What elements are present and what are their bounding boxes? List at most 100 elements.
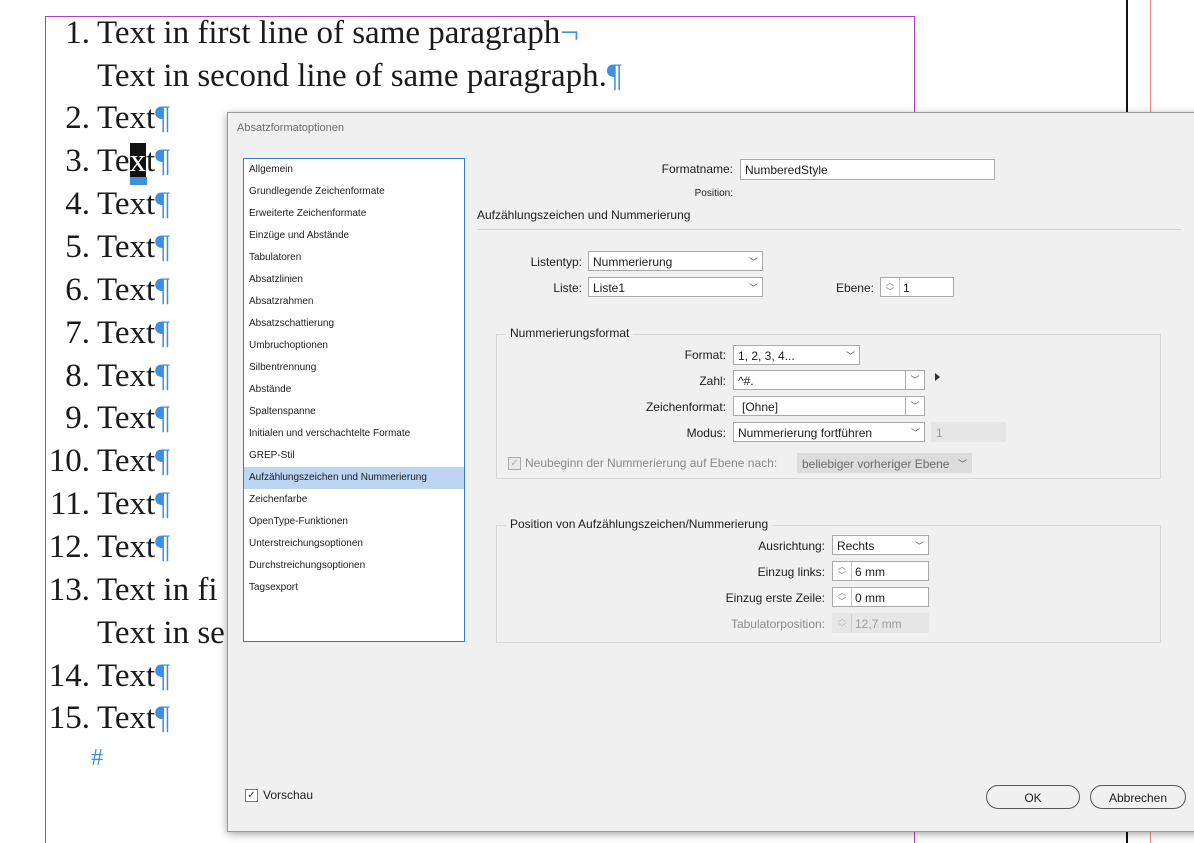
category-item[interactable]: Umbruchoptionen bbox=[244, 335, 464, 357]
list-number: 10. bbox=[48, 443, 90, 479]
chevron-down-icon: ﹀ bbox=[748, 257, 758, 267]
chevron-down-icon[interactable]: ﹀ bbox=[905, 397, 924, 415]
category-item[interactable]: OpenType-Funktionen bbox=[244, 511, 464, 533]
format-select[interactable]: 1, 2, 3, 4... ﹀ bbox=[733, 345, 860, 365]
ausrichtung-label: Ausrichtung: bbox=[758, 539, 825, 553]
category-list[interactable]: Allgemein Grundlegende Zeichenformate Er… bbox=[243, 158, 465, 642]
line-text: Text bbox=[97, 700, 156, 736]
ebene-stepper[interactable]: ︿ ﹀ 1 bbox=[880, 277, 954, 297]
end-of-story-marker: # bbox=[91, 745, 103, 771]
stepper-arrows-icon[interactable]: ︿ ﹀ bbox=[881, 278, 900, 296]
category-item[interactable]: Unterstreichungsoptionen bbox=[244, 533, 464, 555]
liste-select[interactable]: Liste1 ﹀ bbox=[588, 277, 763, 297]
insert-special-char-arrow-icon[interactable] bbox=[935, 373, 940, 381]
line-text: Text in first line of same paragraph bbox=[97, 15, 561, 51]
line-text: Text bbox=[97, 100, 156, 136]
line-text: Text bbox=[97, 658, 156, 694]
line-text: Text bbox=[97, 272, 156, 308]
list-number: 2. bbox=[65, 100, 90, 136]
category-item[interactable]: Abstände bbox=[244, 379, 464, 401]
category-item[interactable]: Einzüge und Abstände bbox=[244, 225, 464, 247]
zahl-label: Zahl: bbox=[699, 374, 726, 388]
ausrichtung-select[interactable]: Rechts ﹀ bbox=[832, 535, 929, 555]
modus-label: Modus: bbox=[686, 426, 726, 440]
pilcrow-marker: ¶ bbox=[155, 186, 171, 222]
chevron-down-icon: ﹀ bbox=[910, 428, 920, 438]
einzug-links-stepper[interactable]: ︿ ﹀ 6 mm bbox=[832, 561, 929, 581]
zahl-combobox[interactable]: ^#. ﹀ bbox=[733, 370, 925, 390]
neubeginn-value: beliebiger vorheriger Ebene bbox=[802, 457, 950, 471]
format-label: Format: bbox=[684, 348, 726, 362]
category-item[interactable]: Absatzschattierung bbox=[244, 313, 464, 335]
line-text: Text in fi bbox=[97, 572, 218, 608]
tabpos-stepper[interactable]: ︿ ﹀ 12,7 mm bbox=[832, 613, 929, 633]
list-number: 3. bbox=[65, 143, 90, 179]
list-number: 9. bbox=[65, 400, 90, 436]
category-item[interactable]: Silbentrennung bbox=[244, 357, 464, 379]
chevron-down-icon[interactable]: ﹀ bbox=[905, 371, 924, 389]
category-item[interactable]: Allgemein bbox=[244, 159, 464, 181]
section-title: Aufzählungszeichen und Nummerierung bbox=[477, 208, 691, 222]
list-number: 1. bbox=[65, 15, 90, 51]
category-item[interactable]: Erweiterte Zeichenformate bbox=[244, 203, 464, 225]
category-item[interactable]: Spaltenspanne bbox=[244, 401, 464, 423]
stepper-arrows-icon[interactable]: ︿ ﹀ bbox=[833, 614, 852, 632]
position-group bbox=[496, 525, 1161, 643]
einzug-erste-label: Einzug erste Zeile: bbox=[725, 591, 825, 605]
einzug-erste-stepper[interactable]: ︿ ﹀ 0 mm bbox=[832, 587, 929, 607]
position-group-title: Position von Aufzählungszeichen/Nummerie… bbox=[506, 517, 773, 531]
pilcrow-marker: ¶ bbox=[606, 58, 622, 94]
pilcrow-marker: ¶ bbox=[155, 658, 171, 694]
line-text: Text bbox=[97, 529, 156, 565]
ok-button[interactable]: OK bbox=[986, 785, 1080, 809]
neubeginn-select[interactable]: beliebiger vorheriger Ebene ﹀ bbox=[797, 453, 972, 473]
cancel-button[interactable]: Abbrechen bbox=[1090, 785, 1186, 809]
list-number: 11. bbox=[49, 486, 90, 522]
paragraph-style-options-dialog[interactable]: Absatzformatoptionen Allgemein Grundlege… bbox=[227, 112, 1194, 832]
list-number: 5. bbox=[65, 229, 90, 265]
stepper-arrows-icon[interactable]: ︿ ﹀ bbox=[833, 562, 852, 580]
modus-start-input[interactable]: 1 bbox=[931, 422, 1006, 442]
category-item[interactable]: Durchstreichungsoptionen bbox=[244, 555, 464, 577]
category-item[interactable]: Tagsexport bbox=[244, 577, 464, 599]
line-text: Text bbox=[97, 400, 156, 436]
category-item[interactable]: Initialen und verschachtelte Formate bbox=[244, 423, 464, 445]
category-item[interactable]: Zeichenfarbe bbox=[244, 489, 464, 511]
list-number: 8. bbox=[65, 358, 90, 394]
formatname-label: Formatname: bbox=[661, 162, 733, 176]
category-item[interactable]: Grundlegende Zeichenformate bbox=[244, 181, 464, 203]
line-text: t bbox=[146, 143, 156, 179]
chevron-down-icon: ﹀ bbox=[845, 351, 855, 361]
pilcrow-marker: ¶ bbox=[155, 486, 171, 522]
list-number: 13. bbox=[48, 572, 90, 608]
line-text: Text bbox=[97, 229, 156, 265]
modus-select[interactable]: Nummerierung fortführen ﹀ bbox=[733, 422, 925, 442]
category-item[interactable]: Absatzlinien bbox=[244, 269, 464, 291]
zeichenformat-combobox[interactable]: [Ohne] ﹀ bbox=[733, 396, 925, 416]
tabpos-label: Tabulatorposition: bbox=[730, 617, 825, 631]
ausrichtung-value: Rechts bbox=[837, 539, 875, 553]
formatname-input[interactable]: NumberedStyle bbox=[740, 159, 995, 180]
format-value: 1, 2, 3, 4... bbox=[738, 349, 795, 363]
listentyp-label: Listentyp: bbox=[530, 255, 582, 269]
category-item[interactable]: GREP-Stil bbox=[244, 445, 464, 467]
dialog-title: Absatzformatoptionen bbox=[237, 122, 345, 134]
neubeginn-checkbox[interactable]: ✓ bbox=[508, 457, 521, 470]
liste-label: Liste: bbox=[553, 281, 582, 295]
pilcrow-marker: ¶ bbox=[155, 443, 171, 479]
listentyp-value: Nummerierung bbox=[593, 255, 673, 269]
text-selection[interactable]: x bbox=[129, 143, 147, 179]
tabpos-value: 12,7 mm bbox=[855, 617, 902, 631]
numbering-format-group-title: Nummerierungsformat bbox=[506, 326, 634, 340]
zeichenformat-value: [Ohne] bbox=[742, 400, 779, 414]
stepper-arrows-icon[interactable]: ︿ ﹀ bbox=[833, 588, 852, 606]
vorschau-checkbox[interactable]: ✓ bbox=[245, 789, 258, 802]
category-item-selected[interactable]: Aufzählungszeichen und Nummerierung bbox=[244, 467, 464, 489]
category-item[interactable]: Absatzrahmen bbox=[244, 291, 464, 313]
pilcrow-marker: ¶ bbox=[155, 358, 171, 394]
pilcrow-marker: ¶ bbox=[155, 229, 171, 265]
listentyp-select[interactable]: Nummerierung ﹀ bbox=[588, 251, 763, 271]
category-item[interactable]: Tabulatoren bbox=[244, 247, 464, 269]
pilcrow-marker: ¶ bbox=[155, 100, 171, 136]
position-label: Position: bbox=[694, 188, 733, 199]
